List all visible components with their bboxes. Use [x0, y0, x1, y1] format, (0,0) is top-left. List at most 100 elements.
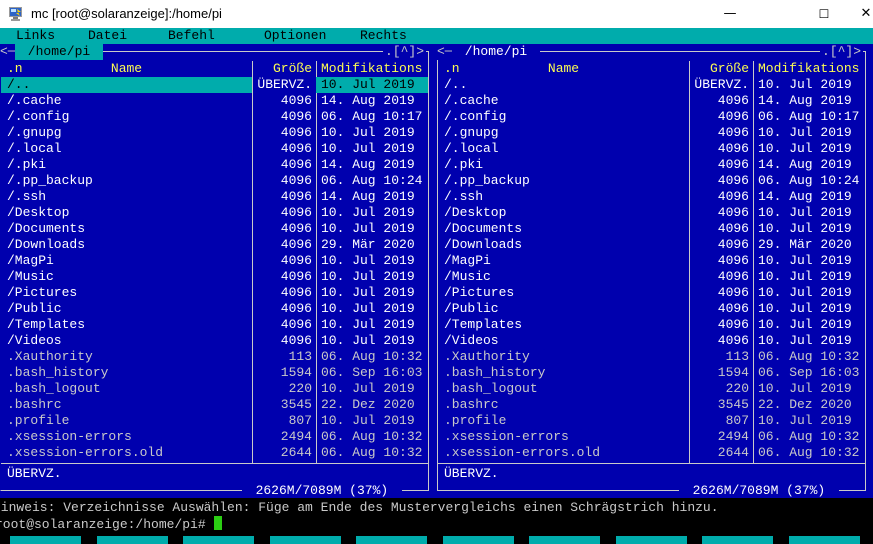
terminal-cursor: [214, 516, 222, 530]
file-row[interactable]: /.cache409614. Aug 2019: [1, 93, 428, 109]
function-key-button[interactable]: [702, 536, 773, 544]
column-header-modified[interactable]: Modifikations: [758, 61, 859, 77]
file-row[interactable]: .xsession-errors.old264406. Aug 10:32: [438, 445, 865, 461]
close-button[interactable]: ✕: [851, 0, 873, 28]
file-size: 4096: [690, 189, 749, 205]
file-row[interactable]: .xsession-errors249406. Aug 10:32: [438, 429, 865, 445]
file-row[interactable]: .profile80710. Jul 2019: [1, 413, 428, 429]
file-row[interactable]: /.pp_backup409606. Aug 10:24: [1, 173, 428, 189]
file-row[interactable]: /.config409606. Aug 10:17: [438, 109, 865, 125]
column-header-modified[interactable]: Modifikations: [321, 61, 422, 77]
file-modified: 10. Jul 2019: [758, 221, 852, 237]
panel-nav-controls[interactable]: .[^]>: [383, 44, 426, 60]
function-key-button[interactable]: [10, 536, 81, 544]
file-row[interactable]: /Templates409610. Jul 2019: [438, 317, 865, 333]
file-size: 4096: [690, 141, 749, 157]
function-key-button[interactable]: [97, 536, 168, 544]
function-key-button[interactable]: [616, 536, 687, 544]
file-size: 4096: [690, 253, 749, 269]
file-row[interactable]: .Xauthority11306. Aug 10:32: [438, 349, 865, 365]
file-row[interactable]: /.pp_backup409606. Aug 10:24: [438, 173, 865, 189]
file-row[interactable]: /Desktop409610. Jul 2019: [1, 205, 428, 221]
file-row[interactable]: /Templates409610. Jul 2019: [1, 317, 428, 333]
file-row[interactable]: .bash_logout22010. Jul 2019: [438, 381, 865, 397]
file-row[interactable]: /.cache409614. Aug 2019: [438, 93, 865, 109]
function-key-button[interactable]: [789, 536, 860, 544]
file-modified: 06. Aug 10:24: [758, 173, 859, 189]
file-row[interactable]: /.local409610. Jul 2019: [438, 141, 865, 157]
file-row[interactable]: /.ssh409614. Aug 2019: [1, 189, 428, 205]
file-size: 4096: [690, 205, 749, 221]
file-size: 113: [253, 349, 312, 365]
file-row[interactable]: .bash_logout22010. Jul 2019: [1, 381, 428, 397]
file-row[interactable]: /Videos409610. Jul 2019: [1, 333, 428, 349]
menu-item-datei[interactable]: Datei: [88, 28, 127, 44]
file-row[interactable]: /Documents409610. Jul 2019: [1, 221, 428, 237]
file-row[interactable]: .xsession-errors249406. Aug 10:32: [1, 429, 428, 445]
right-panel-path[interactable]: /home/pi: [452, 44, 540, 60]
function-key-button[interactable]: [183, 536, 254, 544]
file-row[interactable]: /.config409606. Aug 10:17: [1, 109, 428, 125]
function-key-button[interactable]: [270, 536, 341, 544]
file-row[interactable]: /Downloads409629. Mär 2020: [438, 237, 865, 253]
file-row[interactable]: .bash_history159406. Sep 16:03: [1, 365, 428, 381]
menu-item-befehl[interactable]: Befehl: [168, 28, 215, 44]
menu-item-links[interactable]: Links: [16, 28, 55, 44]
column-header-name[interactable]: Name: [1, 61, 252, 77]
file-row[interactable]: /.gnupg409610. Jul 2019: [438, 125, 865, 141]
file-row[interactable]: .bash_history159406. Sep 16:03: [438, 365, 865, 381]
file-row[interactable]: .bashrc354522. Dez 2020: [1, 397, 428, 413]
file-row[interactable]: /.ssh409614. Aug 2019: [438, 189, 865, 205]
file-row[interactable]: .profile80710. Jul 2019: [438, 413, 865, 429]
file-row[interactable]: .xsession-errors.old264406. Aug 10:32: [1, 445, 428, 461]
left-panel-path[interactable]: /home/pi: [15, 44, 103, 60]
file-row[interactable]: /Desktop409610. Jul 2019: [438, 205, 865, 221]
file-row[interactable]: /Public409610. Jul 2019: [1, 301, 428, 317]
file-size: 4096: [253, 253, 312, 269]
column-header-size[interactable]: Größe: [253, 61, 312, 77]
file-size: 2494: [690, 429, 749, 445]
file-row[interactable]: /MagPi409610. Jul 2019: [438, 253, 865, 269]
file-row[interactable]: /Music409610. Jul 2019: [438, 269, 865, 285]
file-row[interactable]: /Videos409610. Jul 2019: [438, 333, 865, 349]
file-row[interactable]: .bashrc354522. Dez 2020: [438, 397, 865, 413]
file-row[interactable]: /.local409610. Jul 2019: [1, 141, 428, 157]
file-row[interactable]: /Pictures409610. Jul 2019: [438, 285, 865, 301]
file-name: .Xauthority: [7, 349, 93, 365]
file-name: /Pictures: [7, 285, 77, 301]
column-header-size[interactable]: Größe: [690, 61, 749, 77]
menu-item-optionen[interactable]: Optionen: [264, 28, 326, 44]
file-row[interactable]: /Documents409610. Jul 2019: [438, 221, 865, 237]
file-row[interactable]: /.pki409614. Aug 2019: [438, 157, 865, 173]
file-row[interactable]: /.pki409614. Aug 2019: [1, 157, 428, 173]
column-header-name[interactable]: Name: [438, 61, 689, 77]
panel-mini-status: ÜBERVZ.: [7, 466, 62, 482]
file-name: /Downloads: [7, 237, 85, 253]
file-size: 4096: [690, 237, 749, 253]
hint-line: Hinweis: Verzeichnisse Auswählen: Füge a…: [0, 500, 719, 516]
file-row[interactable]: /Downloads409629. Mär 2020: [1, 237, 428, 253]
file-row[interactable]: /..ÜBERVZ.10. Jul 2019: [438, 77, 865, 93]
minimize-button[interactable]: —: [715, 0, 745, 28]
file-row[interactable]: /MagPi409610. Jul 2019: [1, 253, 428, 269]
file-row[interactable]: /..ÜBERVZ.10. Jul 2019: [1, 77, 428, 93]
file-name: .bash_history: [7, 365, 108, 381]
function-key-button[interactable]: [443, 536, 514, 544]
menu-item-rechts[interactable]: Rechts: [360, 28, 407, 44]
function-key-button[interactable]: [356, 536, 427, 544]
file-modified: 06. Aug 10:32: [758, 445, 859, 461]
file-modified: 10. Jul 2019: [321, 317, 415, 333]
file-row[interactable]: .Xauthority11306. Aug 10:32: [1, 349, 428, 365]
shell-prompt[interactable]: root@solaranzeige:/home/pi#: [0, 516, 222, 533]
file-row[interactable]: /Music409610. Jul 2019: [1, 269, 428, 285]
file-name: /.cache: [444, 93, 499, 109]
file-row[interactable]: /.gnupg409610. Jul 2019: [1, 125, 428, 141]
file-modified: 10. Jul 2019: [321, 333, 415, 349]
file-row[interactable]: /Public409610. Jul 2019: [438, 301, 865, 317]
maximize-button[interactable]: ☐: [809, 0, 839, 28]
file-size: 3545: [690, 397, 749, 413]
panel-nav-controls[interactable]: .[^]>: [820, 44, 863, 60]
function-key-button[interactable]: [529, 536, 600, 544]
file-modified: 10. Jul 2019: [758, 253, 852, 269]
file-row[interactable]: /Pictures409610. Jul 2019: [1, 285, 428, 301]
